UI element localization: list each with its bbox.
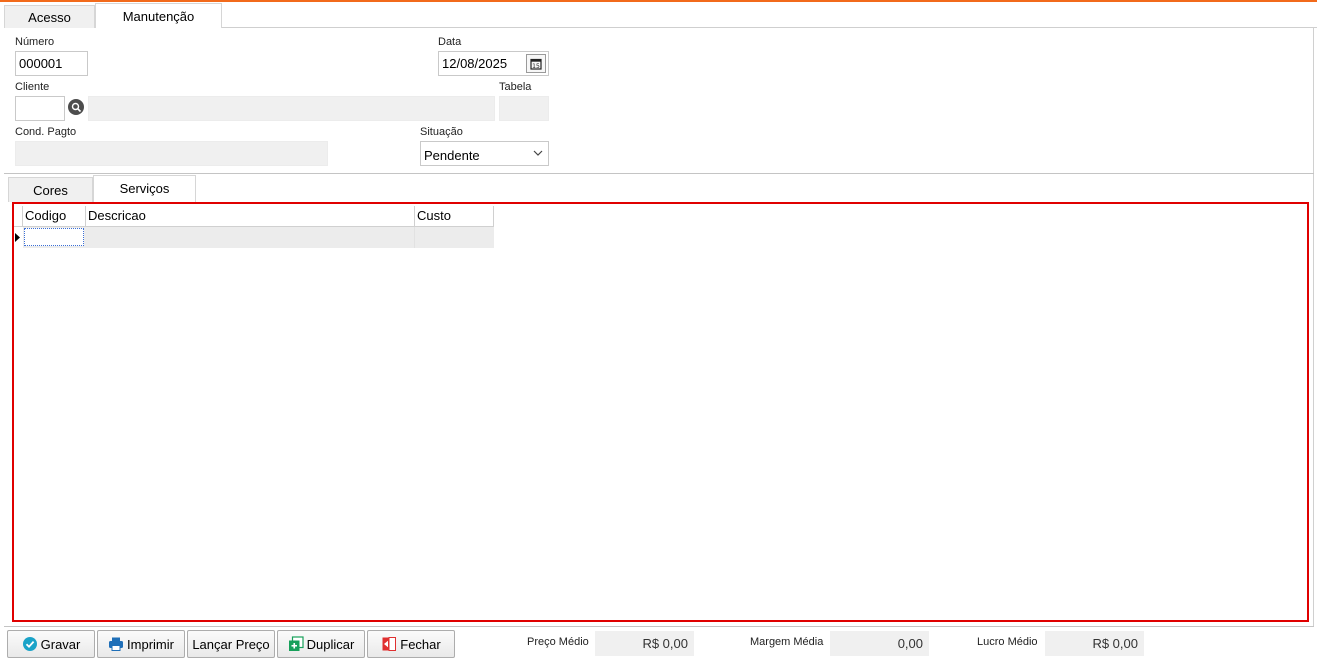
servicos-grid[interactable] [12, 202, 1309, 622]
gravar-label: Gravar [40, 636, 81, 652]
margem-media-value: 0,00 [830, 631, 929, 656]
printer-icon [109, 637, 124, 651]
table-row[interactable] [23, 227, 86, 248]
tab-servicos[interactable]: Serviços [93, 175, 196, 202]
margem-media-label: Margem Média [750, 636, 824, 648]
grid-header-custo[interactable]: Custo [415, 206, 494, 227]
tab-cores[interactable]: Cores [8, 177, 93, 202]
lucro-medio-label: Lucro Médio [977, 636, 1038, 648]
grid-header-descricao[interactable]: Descricao [86, 206, 415, 227]
cliente-search-button[interactable] [68, 99, 84, 115]
tab-acesso[interactable]: Acesso [4, 5, 95, 28]
fechar-button[interactable]: Fechar [367, 630, 455, 658]
preco-medio-value: R$ 0,00 [595, 631, 694, 656]
cliente-name-field [88, 96, 495, 121]
situacao-label: Situação [420, 126, 463, 138]
tab-manutencao[interactable]: Manutenção [95, 3, 222, 28]
panel-right-border [1313, 27, 1314, 627]
tabela-label: Tabela [499, 81, 532, 93]
tabela-field [499, 96, 549, 121]
lancar-preco-label: Lançar Preço [192, 636, 270, 652]
cliente-code-field[interactable] [15, 96, 65, 121]
data-value: 12/08/2025 [442, 56, 508, 71]
numero-field[interactable]: 000001 [15, 51, 88, 76]
cond-pagto-label: Cond. Pagto [15, 126, 77, 138]
fechar-label: Fechar [400, 636, 441, 652]
check-circle-icon [22, 637, 37, 651]
preco-medio-label: Preço Médio [527, 636, 589, 648]
grid-row-indicator [14, 227, 23, 248]
numero-label: Número [15, 36, 55, 48]
situacao-value: Pendente [424, 148, 480, 163]
lancar-preco-button[interactable]: Lançar Preço [187, 630, 275, 658]
imprimir-label: Imprimir [127, 636, 174, 652]
situacao-select[interactable]: Pendente [420, 141, 549, 166]
tab-strip-line [222, 27, 1317, 28]
data-label: Data [438, 36, 462, 48]
form-divider [4, 173, 1314, 174]
calendar-icon: 15 [530, 58, 542, 70]
duplicate-icon [288, 636, 304, 651]
chevron-down-icon [533, 150, 543, 156]
grid-header-codigo[interactable]: Codigo [23, 206, 86, 227]
grid-cell-custo[interactable] [415, 227, 494, 248]
grid-cell-codigo[interactable] [24, 228, 84, 246]
svg-text:15: 15 [532, 63, 540, 70]
footer-divider [4, 626, 1314, 627]
cliente-label: Cliente [15, 81, 50, 93]
gravar-button[interactable]: Gravar [7, 630, 95, 658]
imprimir-button[interactable]: Imprimir [97, 630, 185, 658]
duplicar-button[interactable]: Duplicar [277, 630, 365, 658]
exit-icon [382, 637, 397, 651]
duplicar-label: Duplicar [306, 636, 355, 652]
window-accent-bar [0, 0, 1317, 2]
grid-cell-descricao[interactable] [86, 227, 415, 248]
row-pointer-icon [15, 233, 20, 242]
search-icon [71, 102, 81, 112]
grid-corner [14, 206, 23, 227]
cond-pagto-field[interactable] [15, 141, 328, 166]
lucro-medio-value: R$ 0,00 [1045, 631, 1144, 656]
calendar-button[interactable]: 15 [526, 54, 546, 73]
